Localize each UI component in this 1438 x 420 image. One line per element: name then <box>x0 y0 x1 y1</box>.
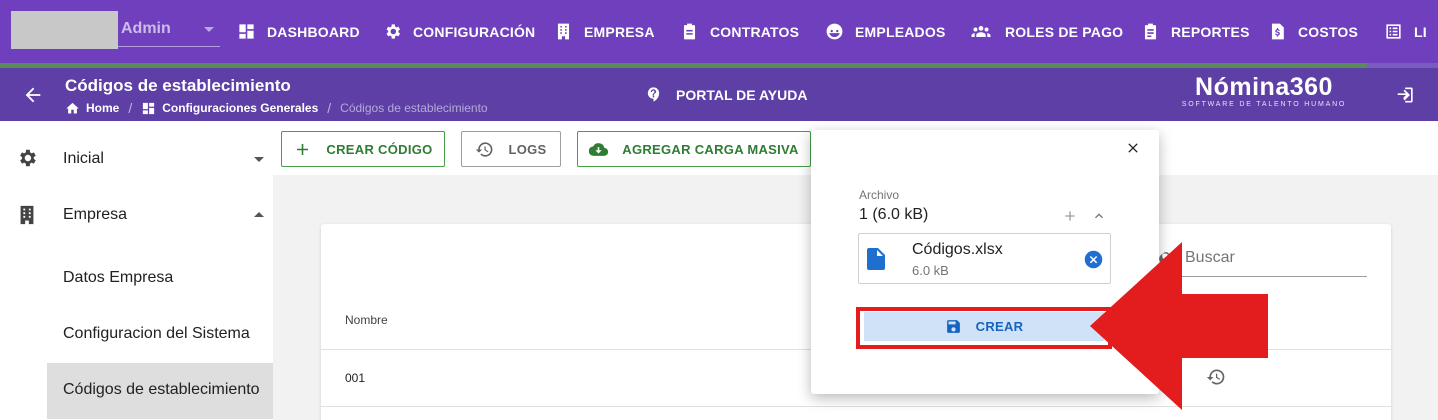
crear-button[interactable]: CREAR <box>864 312 1104 341</box>
top-nav: Admin DASHBOARD CONFIGURACIÓN EMPRESA CO… <box>0 0 1438 63</box>
sidebar-item-empresa[interactable]: Empresa <box>0 195 273 251</box>
chevron-down-icon <box>204 27 214 32</box>
help-portal-link[interactable]: PORTAL DE AYUDA <box>645 86 807 103</box>
sidebar-subitem-codigos-establecimiento[interactable]: Códigos de establecimiento <box>47 363 273 419</box>
file-name: Códigos.xlsx <box>912 241 1003 258</box>
nav-item-reportes[interactable]: REPORTES <box>1141 0 1250 63</box>
chevron-up-icon <box>254 212 264 217</box>
bulk-upload-button[interactable]: AGREGAR CARGA MASIVA <box>577 131 811 167</box>
logs-button[interactable]: LOGS <box>461 131 561 167</box>
nav-item-label: EMPRESA <box>584 23 655 40</box>
list-icon <box>1386 24 1401 39</box>
nav-item-empresa[interactable]: EMPRESA <box>554 0 655 63</box>
help-portal-label: PORTAL DE AYUDA <box>676 86 808 103</box>
crear-button-label: CREAR <box>975 319 1024 334</box>
home-icon <box>66 102 79 113</box>
arrow-left-icon[interactable] <box>22 84 44 106</box>
avatar[interactable] <box>11 11 118 49</box>
sidebar-item-label: Inicial <box>63 150 104 167</box>
nav-item-costos[interactable]: COSTOS <box>1268 0 1358 63</box>
breadcrumb-home[interactable]: Home <box>86 101 119 115</box>
nav-item-contratos[interactable]: CONTRATOS <box>680 0 799 63</box>
save-icon <box>946 320 960 333</box>
role-select-value: Admin <box>121 20 171 37</box>
history-icon <box>476 141 493 157</box>
bulk-upload-label: AGREGAR CARGA MASIVA <box>622 141 799 157</box>
sidebar-subitem-label: Datos Empresa <box>63 269 174 286</box>
help-icon <box>647 87 660 102</box>
dashboard-icon <box>143 102 155 114</box>
nav-item-configuracion[interactable]: CONFIGURACIÓN <box>383 0 535 63</box>
sidebar-subitem-configuracion-sistema[interactable]: Configuracion del Sistema <box>47 307 273 363</box>
sidebar-item-label: Empresa <box>63 206 128 223</box>
create-code-button[interactable]: CREAR CÓDIGO <box>281 131 445 167</box>
nav-item-dashboard[interactable]: DASHBOARD <box>237 0 360 63</box>
sidebar-subitem-label: Códigos de establecimiento <box>63 381 260 398</box>
logo-text: Nómina360 <box>1195 73 1333 101</box>
file-count: 1 (6.0 kB) <box>859 206 929 223</box>
logo: Nómina360 SOFTWARE DE TALENTO HUMANO <box>1173 73 1355 108</box>
sidebar-item-inicial[interactable]: Inicial <box>0 121 273 195</box>
gear-icon <box>20 149 36 167</box>
logs-label: LOGS <box>508 141 547 157</box>
nav-item-label: CONFIGURACIÓN <box>413 23 536 40</box>
clipboard-icon <box>683 23 696 40</box>
chevron-up-icon[interactable] <box>1091 208 1107 224</box>
file-item: Códigos.xlsx 6.0 kB <box>858 233 1111 284</box>
sidebar: Inicial Empresa Datos Empresa Configurac… <box>0 121 273 420</box>
sidebar-subitem-label: Configuracion del Sistema <box>63 325 250 342</box>
file-icon <box>867 248 885 270</box>
breadcrumb-separator: / <box>327 100 332 116</box>
file-size: 6.0 kB <box>912 263 949 278</box>
chevron-down-icon <box>254 157 264 162</box>
nav-item-label: EMPLEADOS <box>855 23 946 40</box>
nav-item-label: LI <box>1414 23 1427 40</box>
plus-icon[interactable] <box>1062 208 1078 224</box>
clipboard-list-icon <box>1144 23 1157 40</box>
cloud-download-icon <box>589 142 609 156</box>
nav-item-label: ROLES DE PAGO <box>1005 23 1124 40</box>
page-title: Códigos de establecimiento <box>65 76 291 95</box>
sidebar-subitem-datos-empresa[interactable]: Datos Empresa <box>47 251 273 307</box>
plus-icon <box>297 143 309 155</box>
nav-item-label: COSTOS <box>1298 23 1359 40</box>
people-icon <box>971 25 991 38</box>
nav-item-roles-de-pago[interactable]: ROLES DE PAGO <box>968 0 1123 63</box>
building-icon <box>557 23 570 40</box>
create-code-label: CREAR CÓDIGO <box>326 141 433 157</box>
nav-item-li[interactable]: LI <box>1384 0 1427 63</box>
building-icon <box>20 205 34 225</box>
breadcrumb-separator: / <box>128 100 133 116</box>
gear-icon <box>386 24 401 39</box>
annotation-arrow-icon <box>1090 242 1268 410</box>
face-icon <box>826 23 843 40</box>
logo-tagline: SOFTWARE DE TALENTO HUMANO <box>1181 101 1347 108</box>
dollar-doc-icon <box>1271 23 1284 40</box>
file-field-label: Archivo <box>859 188 900 202</box>
table-cell: 001 <box>345 371 366 385</box>
close-icon[interactable] <box>1125 140 1141 156</box>
page-header: Códigos de establecimiento Home / Config… <box>0 68 1438 121</box>
column-header-nombre[interactable]: Nombre <box>345 313 388 327</box>
dashboard-icon <box>239 24 254 39</box>
breadcrumb-current: Códigos de establecimiento <box>340 101 488 115</box>
nav-item-empleados[interactable]: EMPLEADOS <box>825 0 945 63</box>
logout-icon[interactable] <box>1396 85 1416 105</box>
breadcrumb-configuraciones[interactable]: Configuraciones Generales <box>162 101 318 115</box>
breadcrumb: Home / Configuraciones Generales / Códig… <box>65 100 488 116</box>
nav-item-label: REPORTES <box>1171 23 1250 40</box>
nav-item-label: CONTRATOS <box>710 23 800 40</box>
role-select[interactable]: Admin <box>118 14 220 47</box>
nav-item-label: DASHBOARD <box>267 23 360 40</box>
